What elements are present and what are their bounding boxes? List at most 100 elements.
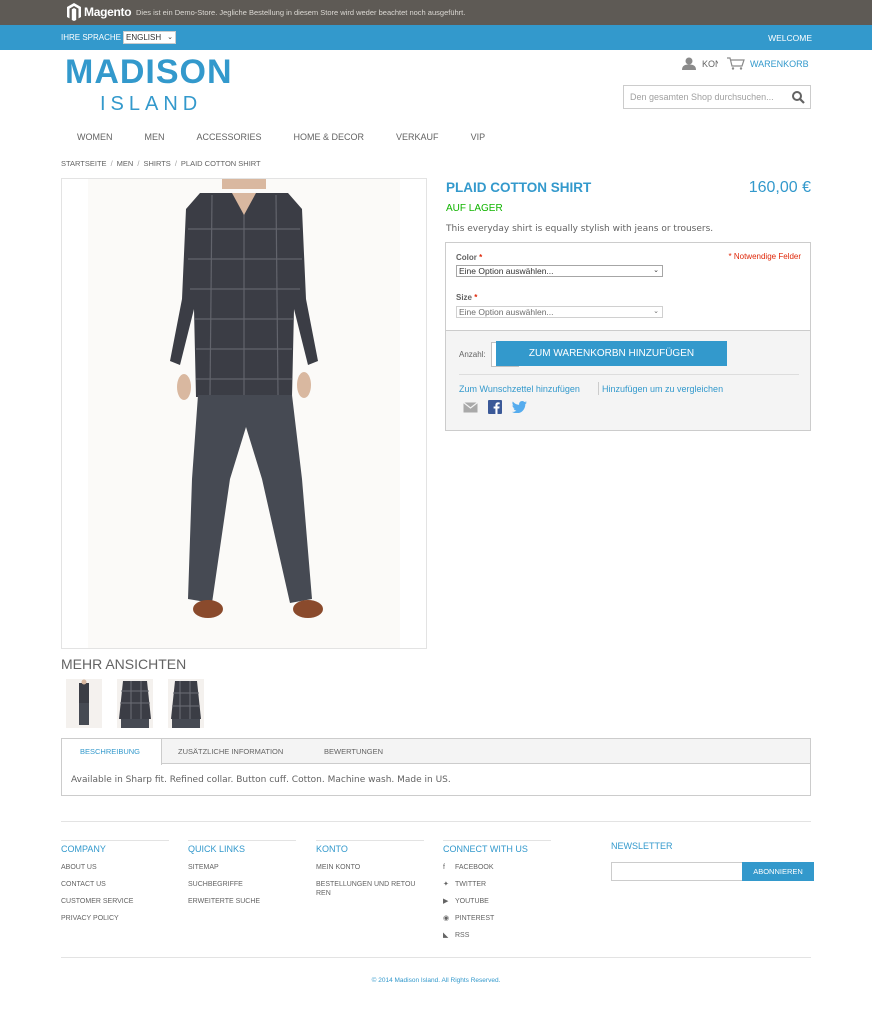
cart-link[interactable]: WARENKORB [727,57,809,70]
add-to-compare-link[interactable]: Hinzufügen um zu vergleichen [602,384,723,394]
footer-link-search-terms[interactable]: SUCHBEGRIFFE [188,880,296,889]
add-to-wishlist-link[interactable]: Zum Wunschzettel hinzufügen [459,384,580,394]
rss-icon: ◣ [443,932,449,939]
tab-bar: BESCHREIBUNG ZUSÄTZLICHE INFORMATION BEW… [62,739,810,765]
footer-link-privacy[interactable]: PRIVACY POLICY [61,914,169,923]
tab-beschreibung[interactable]: BESCHREIBUNG [62,739,162,765]
copyright: © 2014 Madison Island. All Rights Reserv… [371,977,501,984]
add-to-cart-button[interactable]: ZUM WARENKORBN HINZUFÜGEN [496,341,727,366]
email-icon[interactable] [463,401,478,413]
welcome-message: WELCOME [768,33,812,43]
chevron-down-icon: ⌄ [653,267,659,274]
product-price: 160,00 € [748,179,811,196]
footer-link-about[interactable]: ABOUT US [61,863,169,872]
product-photo [88,179,400,648]
footer-link-facebook[interactable]: f FACEBOOK [443,863,551,872]
required-marker: * [474,293,478,302]
footer-link-sitemap[interactable]: SITEMAP [188,863,296,872]
nav-item-women[interactable]: WOMEN [61,132,129,142]
footer-column-quick-links: QUICK LINKS SITEMAP SUCHBEGRIFFE ERWEITE… [188,840,296,914]
newsletter-title: NEWSLETTER [611,841,673,851]
twitter-icon[interactable] [512,401,527,413]
search-box[interactable]: Den gesamten Shop durchsuchen... [623,85,811,109]
facebook-icon: f [443,864,445,871]
search-button[interactable] [792,91,805,109]
newsletter-subscribe-button[interactable]: ABONNIEREN [742,862,814,881]
chevron-down-icon: ⌄ [653,308,659,315]
tab-bewertungen[interactable]: BEWERTUNGEN [324,739,383,764]
youtube-icon: ▶ [443,898,449,905]
breadcrumb-separator: / [174,159,177,168]
account-label: KONTO [702,58,718,69]
footer-link-youtube[interactable]: ▶ YOUTUBE [443,897,551,906]
footer-column-konto: KONTO MEIN KONTO BESTELLUNGEN UND RETOU R… [316,840,424,906]
thumbnail-2[interactable] [117,679,153,728]
footer-link-advanced-search[interactable]: ERWEITERTE SUCHE [188,897,296,906]
footer-link-customer-service[interactable]: CUSTOMER SERVICE [61,897,169,906]
size-label: Size * [456,293,477,302]
footer-heading: CONNECT WITH US [443,840,551,854]
nav-item-home-decor[interactable]: HOME & DECOR [278,132,381,142]
breadcrumb-separator: / [137,159,140,168]
main-nav: WOMEN MEN ACCESSORIES HOME & DECOR VERKA… [61,132,501,142]
facebook-icon[interactable] [488,400,502,414]
footer-heading: QUICK LINKS [188,840,296,854]
more-views-title: MEHR ANSICHTEN [61,656,187,672]
color-label: Color * [456,253,482,262]
more-views-thumbnails [66,679,219,728]
pinterest-icon: ◉ [443,915,450,922]
footer-link-rss[interactable]: ◣ RSS [443,931,551,940]
account-link[interactable]: KONTO [682,57,718,70]
logo-main[interactable]: MADISON [65,53,233,92]
footer-link-orders-returns[interactable]: BESTELLUNGEN UND RETOU REN [316,880,424,898]
nav-item-accessories[interactable]: ACCESSORIES [181,132,278,142]
footer-link-my-account[interactable]: MEIN KONTO [316,863,424,872]
size-select[interactable]: Eine Option auswählen... ⌄ [456,306,663,318]
search-input[interactable]: Den gesamten Shop durchsuchen... [630,92,774,102]
footer-heading: KONTO [316,840,424,854]
search-icon [792,91,805,104]
breadcrumb-home[interactable]: STARTSEITE [61,159,107,168]
thumbnail-3[interactable] [168,679,204,728]
link-separator [598,382,599,395]
nav-item-vip[interactable]: VIP [455,132,502,142]
demo-notice: Dies ist ein Demo-Store. Jegliche Bestel… [136,8,466,17]
footer-link-orders-returns-line1: BESTELLUNGEN UND RETOU [316,881,416,888]
tab-zusaetzliche-information[interactable]: ZUSÄTZLICHE INFORMATION [178,739,283,764]
color-label-text: Color [456,253,477,262]
logo-sub[interactable]: ISLAND [100,93,202,116]
thumbnail-photo [117,679,153,728]
breadcrumb-shirts[interactable]: SHIRTS [143,159,170,168]
footer-link-label: YOUTUBE [455,898,489,905]
footer-link-pinterest[interactable]: ◉ PINTEREST [443,914,551,923]
required-fields-note: * Notwendige Felder [728,252,801,261]
magento-icon [67,3,81,21]
nav-item-verkauf[interactable]: VERKAUF [380,132,455,142]
language-select[interactable]: ENGLISH ⌄ [123,31,176,44]
stock-status: AUF LAGER [446,203,503,214]
chevron-down-icon: ⌄ [167,34,173,41]
thumbnail-1[interactable] [66,679,102,728]
footer-link-contact[interactable]: CONTACT US [61,880,169,889]
footer-link-label: FACEBOOK [455,864,494,871]
breadcrumb-men[interactable]: MEN [117,159,134,168]
product-main-image[interactable] [61,178,427,649]
product-short-description: This everyday shirt is equally stylish w… [446,224,714,234]
thumbnail-photo [168,679,204,728]
required-marker: * [479,253,483,262]
add-to-cart-box: Anzahl: 1 ZUM WARENKORBN HINZUFÜGEN Zum … [445,330,811,431]
newsletter-email-input[interactable] [611,862,742,881]
nav-item-men[interactable]: MEN [129,132,181,142]
tab-content: Available in Sharp fit. Refined collar. … [71,775,451,785]
size-select-value: Eine Option auswählen... [459,307,554,317]
footer-divider [61,957,811,958]
thumbnail-photo [66,679,102,728]
footer-divider [61,821,811,822]
product-options: Color * * Notwendige Felder Eine Option … [445,242,811,331]
twitter-icon: ✦ [443,881,449,888]
footer-link-twitter[interactable]: ✦ TWITTER [443,880,551,889]
breadcrumb: STARTSEITE / MEN / SHIRTS / PLAID COTTON SHIRT [61,159,261,168]
cart-icon [727,57,745,70]
color-select[interactable]: Eine Option auswählen... ⌄ [456,265,663,277]
footer-column-company: COMPANY ABOUT US CONTACT US CUSTOMER SER… [61,840,169,931]
